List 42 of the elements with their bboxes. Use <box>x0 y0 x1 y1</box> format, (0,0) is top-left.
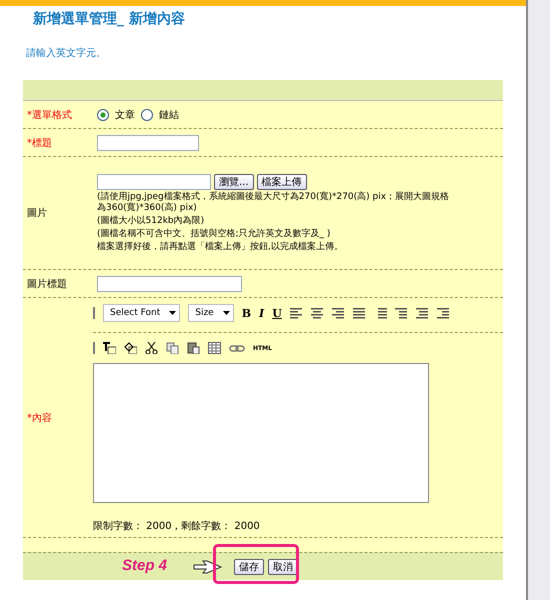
file-path-field[interactable] <box>97 174 211 190</box>
field-label: 圖片標題 <box>26 278 68 290</box>
upload-note: (圖檔大小以512kb內為限) <box>97 216 206 226</box>
copy-icon[interactable] <box>166 342 179 354</box>
field-label: 圖片 <box>26 206 48 220</box>
font-select[interactable]: Select Font <box>103 304 180 322</box>
upload-note: (請使用jpg,jpeg檔案格式，系統縮圖後最大尺寸為270(寬)*270(高) pix；展開大圖規格為360(寬)*360(高) pix) <box>97 192 450 214</box>
outdent-icon[interactable] <box>416 307 429 319</box>
align-right-icon[interactable] <box>332 307 345 319</box>
format-button[interactable]: U <box>272 306 282 320</box>
text-table-icon[interactable] <box>103 342 116 354</box>
upload-note: 檔案選擇好後，請再點選「檔案上傳」按鈕,以完成檔案上傳。 <box>97 242 344 252</box>
upload-note: (圖檔名稱不可含中文、括號與空格;只允許英文及數字及_ ) <box>97 228 332 240</box>
title-field[interactable] <box>97 134 199 150</box>
field-label: *選單格式 <box>26 108 73 122</box>
field-label: *標題 <box>26 136 53 150</box>
step-label: Step 4 <box>122 557 168 574</box>
browse-button[interactable]: 瀏覽... <box>214 174 254 190</box>
radio-label: 文章 <box>115 108 135 122</box>
upload-button[interactable]: 檔案上傳 <box>256 174 307 190</box>
align-left-icon[interactable] <box>290 307 303 319</box>
format-button[interactable]: I <box>259 306 264 320</box>
indent-icon[interactable] <box>436 307 450 319</box>
radio-button[interactable] <box>97 108 109 120</box>
cancel-button[interactable]: 取消 <box>268 558 298 574</box>
field-label: *內容 <box>26 412 53 424</box>
character-count: 限制字數： 2000 , 剩餘字數： 2000 <box>93 520 261 533</box>
hint-text: 請輸入英文字元。 <box>26 46 107 60</box>
save-button[interactable]: 儲存 <box>234 558 264 574</box>
size-select[interactable]: Size <box>188 304 234 322</box>
page-title: 新增選單管理_ 新增內容 <box>33 10 186 28</box>
fill-table-icon[interactable] <box>124 342 137 354</box>
format-button[interactable]: B <box>242 306 252 320</box>
content-editor[interactable] <box>93 363 429 503</box>
caption-field[interactable] <box>97 276 242 292</box>
cut-icon[interactable] <box>145 342 158 354</box>
align-center-icon[interactable] <box>310 307 324 319</box>
paste-icon[interactable] <box>187 342 200 354</box>
table-icon[interactable] <box>208 342 221 354</box>
justify-icon[interactable] <box>352 307 366 319</box>
radio-label: 鏈結 <box>159 108 179 122</box>
radio-button[interactable] <box>141 108 153 120</box>
